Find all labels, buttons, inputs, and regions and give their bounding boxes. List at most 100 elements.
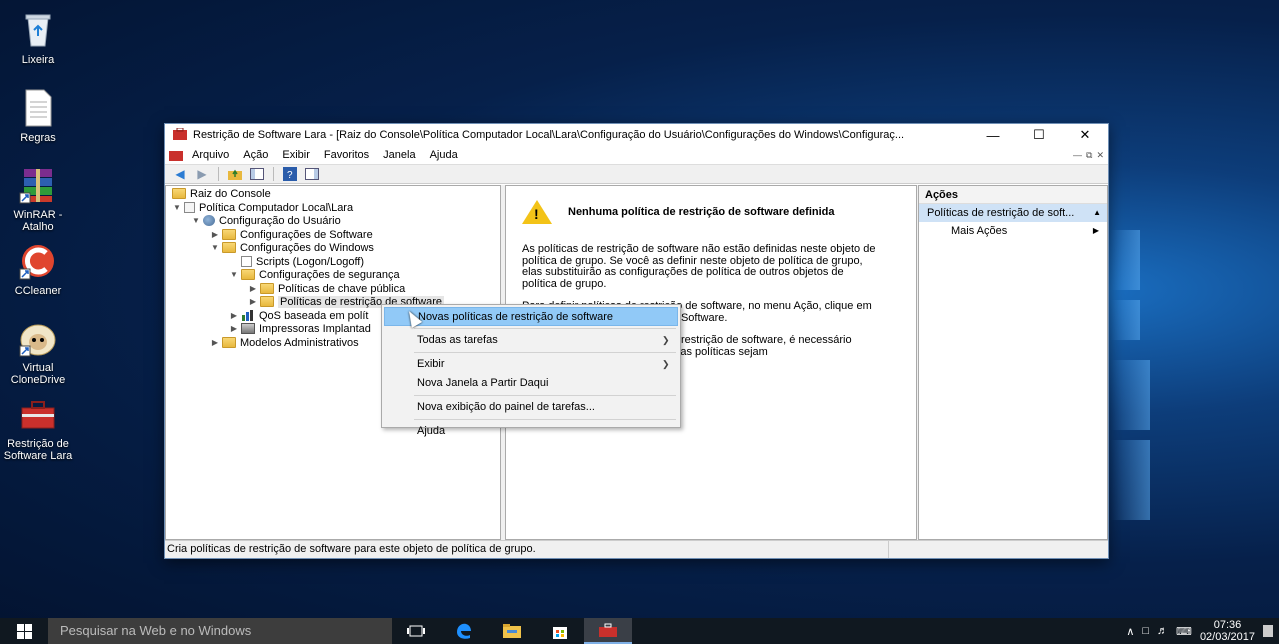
- tree-item-modelos-administrativos[interactable]: ▶ Modelos Administrativos: [210, 336, 359, 349]
- svg-text:?: ?: [287, 170, 293, 181]
- forward-arrow-icon[interactable]: ▶: [193, 166, 211, 182]
- toolbox-icon: [18, 394, 58, 434]
- chevron-right-icon[interactable]: ▶: [229, 311, 239, 320]
- actions-selected-item[interactable]: Políticas de restrição de soft... ▲: [919, 204, 1107, 222]
- minimize-button[interactable]: —: [970, 124, 1016, 146]
- winrar-icon: [18, 165, 58, 205]
- folder-icon: [222, 242, 236, 253]
- maximize-button[interactable]: ☐: [1016, 124, 1062, 146]
- sheep-icon: [18, 318, 58, 358]
- folder-icon: [241, 269, 255, 280]
- chevron-right-icon[interactable]: ▶: [248, 284, 258, 293]
- toolbar-separator: [273, 167, 274, 181]
- tree-item-politica-computador[interactable]: ▼ Política Computador Local\Lara: [172, 201, 353, 214]
- chevron-down-icon[interactable]: ▼: [191, 216, 201, 225]
- chevron-right-icon: ▶: [1092, 226, 1099, 235]
- ctx-todas-tarefas[interactable]: Todas as tarefas ❯: [384, 331, 678, 350]
- user-settings-icon: [203, 215, 215, 226]
- keyboard-icon[interactable]: ⌨: [1176, 625, 1192, 638]
- up-folder-icon[interactable]: [226, 166, 244, 182]
- desktop-icon-regras[interactable]: Regras: [0, 88, 76, 144]
- menu-separator: [414, 352, 676, 353]
- task-view-button[interactable]: [392, 618, 440, 644]
- windows-logo-icon: [16, 623, 32, 639]
- menu-favoritos[interactable]: Favoritos: [317, 149, 376, 161]
- chevron-down-icon[interactable]: ▼: [229, 270, 239, 279]
- chevron-right-icon[interactable]: ▶: [229, 324, 239, 333]
- menu-arquivo[interactable]: Arquivo: [185, 149, 236, 161]
- mais-acoes-item[interactable]: Mais Ações ▶: [919, 222, 1107, 240]
- tree-item-raiz-console[interactable]: Raiz do Console: [170, 187, 271, 200]
- text-file-icon: [18, 88, 58, 128]
- toolbar-separator: [218, 167, 219, 181]
- menu-acao[interactable]: Ação: [236, 149, 275, 161]
- printer-icon: [241, 323, 255, 334]
- notifications-icon[interactable]: [1263, 625, 1273, 637]
- tree-item-configuracoes-windows[interactable]: ▼ Configurações do Windows: [210, 241, 374, 254]
- child-minimize-button[interactable]: —: [1073, 150, 1082, 161]
- ccleaner-icon: [18, 241, 58, 281]
- desktop-icon-label: CCleaner: [14, 285, 62, 297]
- chevron-down-icon[interactable]: ▼: [172, 203, 182, 212]
- result-paragraph-1: As políticas de restrição de software nã…: [522, 243, 876, 290]
- tree-item-qos[interactable]: ▶ QoS baseada em polít: [229, 309, 369, 322]
- taskbar-restricao-software-app[interactable]: [584, 618, 632, 644]
- show-hide-action-pane-icon[interactable]: [303, 166, 321, 182]
- desktop-icon-ccleaner[interactable]: CCleaner: [0, 241, 76, 297]
- status-text: Cria políticas de restrição de software …: [167, 541, 889, 558]
- help-icon[interactable]: ?: [281, 166, 299, 182]
- tree-item-chave-publica[interactable]: ▶ Políticas de chave pública: [248, 282, 405, 295]
- ctx-exibir[interactable]: Exibir ❯: [384, 355, 678, 374]
- menu-janela[interactable]: Janela: [376, 149, 422, 161]
- desktop-icon-restricao-software[interactable]: Restrição de Software Lara: [0, 394, 76, 462]
- menu-separator: [414, 419, 676, 420]
- edge-icon[interactable]: [440, 618, 488, 644]
- show-hide-tree-icon[interactable]: [248, 166, 266, 182]
- title-bar[interactable]: Restrição de Software Lara - [Raiz do Co…: [165, 124, 1108, 146]
- tree-item-configuracao-usuario[interactable]: ▼ Configuração do Usuário: [191, 214, 341, 227]
- store-icon[interactable]: [536, 618, 584, 644]
- chevron-right-icon[interactable]: ▶: [248, 297, 258, 306]
- network-icon[interactable]: □: [1142, 625, 1149, 637]
- context-menu: Novas políticas de restrição de software…: [381, 304, 681, 437]
- ctx-novas-politicas[interactable]: Novas políticas de restrição de software: [384, 307, 678, 326]
- volume-icon[interactable]: ♬: [1157, 625, 1168, 637]
- policy-document-icon: [184, 202, 195, 213]
- tree-item-scripts[interactable]: Scripts (Logon/Logoff): [239, 255, 364, 268]
- collapse-arrow-icon[interactable]: ▲: [1093, 204, 1107, 222]
- back-arrow-icon[interactable]: ◀: [171, 166, 189, 182]
- menu-separator: [414, 395, 676, 396]
- child-close-button[interactable]: ✕: [1096, 150, 1104, 161]
- ctx-ajuda[interactable]: Ajuda: [384, 422, 678, 441]
- wallpaper-beam: [1110, 360, 1150, 430]
- window-title: Restrição de Software Lara - [Raiz do Co…: [193, 129, 905, 141]
- tree-item-configuracoes-seguranca[interactable]: ▼ Configurações de segurança: [229, 268, 400, 281]
- recycle-bin-icon: [18, 10, 58, 50]
- ctx-nova-janela[interactable]: Nova Janela a Partir Daqui: [384, 374, 678, 393]
- ctx-nova-exibicao-painel[interactable]: Nova exibição do painel de tarefas...: [384, 398, 678, 417]
- clock[interactable]: 07:36 02/03/2017: [1200, 619, 1255, 643]
- tree-item-impressoras[interactable]: ▶ Impressoras Implantad: [229, 322, 371, 335]
- chevron-right-icon[interactable]: ▶: [210, 230, 220, 239]
- chevron-up-icon[interactable]: ∧: [1126, 625, 1134, 638]
- file-explorer-icon[interactable]: [488, 618, 536, 644]
- menu-exibir[interactable]: Exibir: [275, 149, 317, 161]
- taskbar: Pesquisar na Web e no Windows ∧ □ ♬ ⌨ 07…: [0, 618, 1279, 644]
- close-button[interactable]: ✕: [1062, 124, 1108, 146]
- chevron-right-icon: ❯: [662, 359, 670, 369]
- menu-ajuda[interactable]: Ajuda: [423, 149, 465, 161]
- desktop-icon-winrar[interactable]: WinRAR - Atalho: [0, 165, 76, 233]
- tree-item-configuracoes-software[interactable]: ▶ Configurações de Software: [210, 228, 373, 241]
- folder-icon: [260, 283, 274, 294]
- chevron-down-icon[interactable]: ▼: [210, 243, 220, 252]
- script-document-icon: [241, 256, 252, 267]
- chevron-right-icon[interactable]: ▶: [210, 338, 220, 347]
- start-button[interactable]: [0, 618, 48, 644]
- wallpaper-beam: [1110, 440, 1150, 520]
- desktop-icon-virtual-clonedrive[interactable]: Virtual CloneDrive: [0, 318, 76, 386]
- taskbar-search-box[interactable]: Pesquisar na Web e no Windows: [48, 618, 392, 644]
- menu-separator: [414, 328, 676, 329]
- child-restore-button[interactable]: ⧉: [1086, 150, 1092, 161]
- desktop-icon-label: Virtual CloneDrive: [10, 362, 66, 386]
- desktop-icon-recycle-bin[interactable]: Lixeira: [0, 10, 76, 66]
